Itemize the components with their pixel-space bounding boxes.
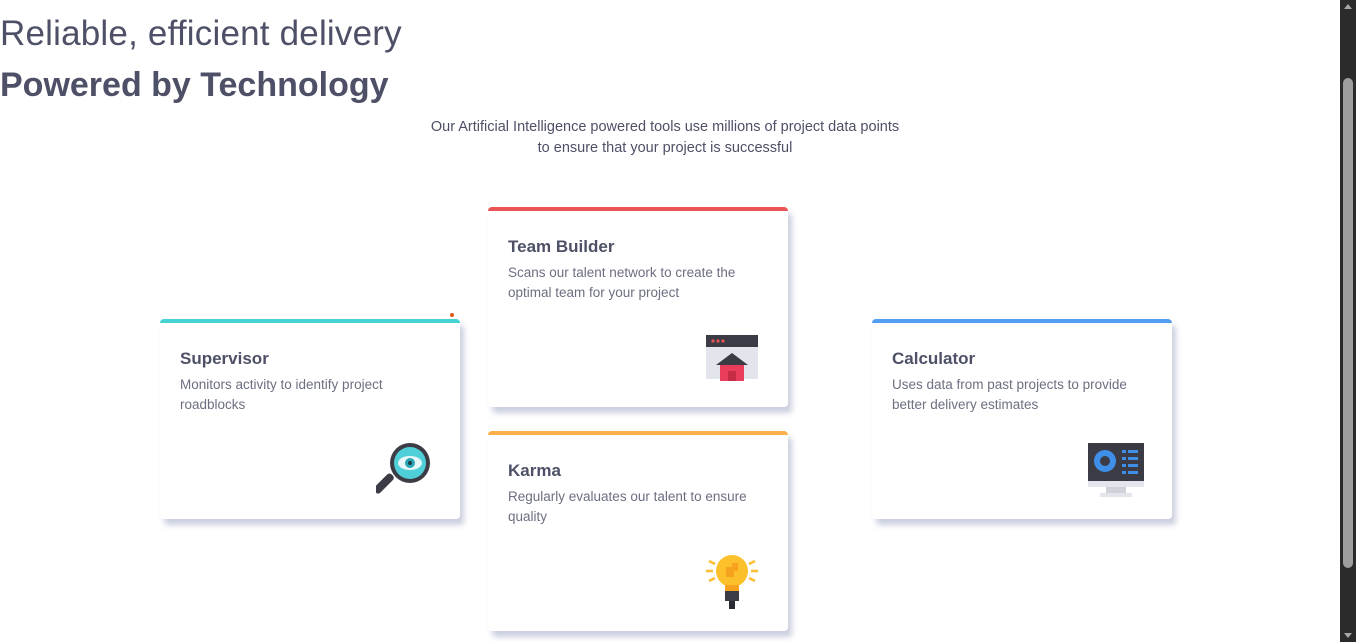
- card-title: Calculator: [892, 349, 976, 368]
- decorative-dot: [450, 313, 454, 317]
- scrollbar-thumb[interactable]: [1343, 78, 1353, 568]
- lightbulb-icon: [706, 555, 758, 609]
- section-subtitle: Reliable, efficient delivery: [0, 14, 402, 53]
- card-title: Team Builder: [508, 237, 615, 256]
- card-text: Regularly evaluates our talent to ensure…: [508, 489, 747, 524]
- description-line-2: to ensure that your project is successfu…: [537, 140, 793, 156]
- card-text: Monitors activity to identify project ro…: [180, 377, 383, 412]
- team-builder-icon: [706, 335, 758, 381]
- card-calculator: Calculator Uses data from past projects …: [872, 319, 1172, 519]
- card-karma: Karma Regularly evaluates our talent to …: [488, 431, 788, 631]
- scroll-down-arrow-icon[interactable]: [1344, 633, 1352, 638]
- card-text: Uses data from past projects to provide …: [892, 377, 1127, 412]
- description-line-1: Our Artificial Intelligence powered tool…: [430, 119, 900, 135]
- page-scrollbar[interactable]: [1340, 0, 1356, 642]
- scroll-up-arrow-icon[interactable]: [1344, 4, 1352, 9]
- card-title: Supervisor: [180, 349, 269, 368]
- section-title: Powered by Technology: [0, 66, 389, 104]
- section-description: Our Artificial Intelligence powered tool…: [400, 117, 930, 159]
- card-text: Scans our talent network to create the o…: [508, 265, 736, 300]
- magnifier-icon: [376, 443, 430, 494]
- card-title: Karma: [508, 461, 561, 480]
- calculator-monitor-icon: [1088, 443, 1144, 497]
- card-supervisor: Supervisor Monitors activity to identify…: [160, 319, 460, 519]
- card-team-builder: Team Builder Scans our talent network to…: [488, 207, 788, 407]
